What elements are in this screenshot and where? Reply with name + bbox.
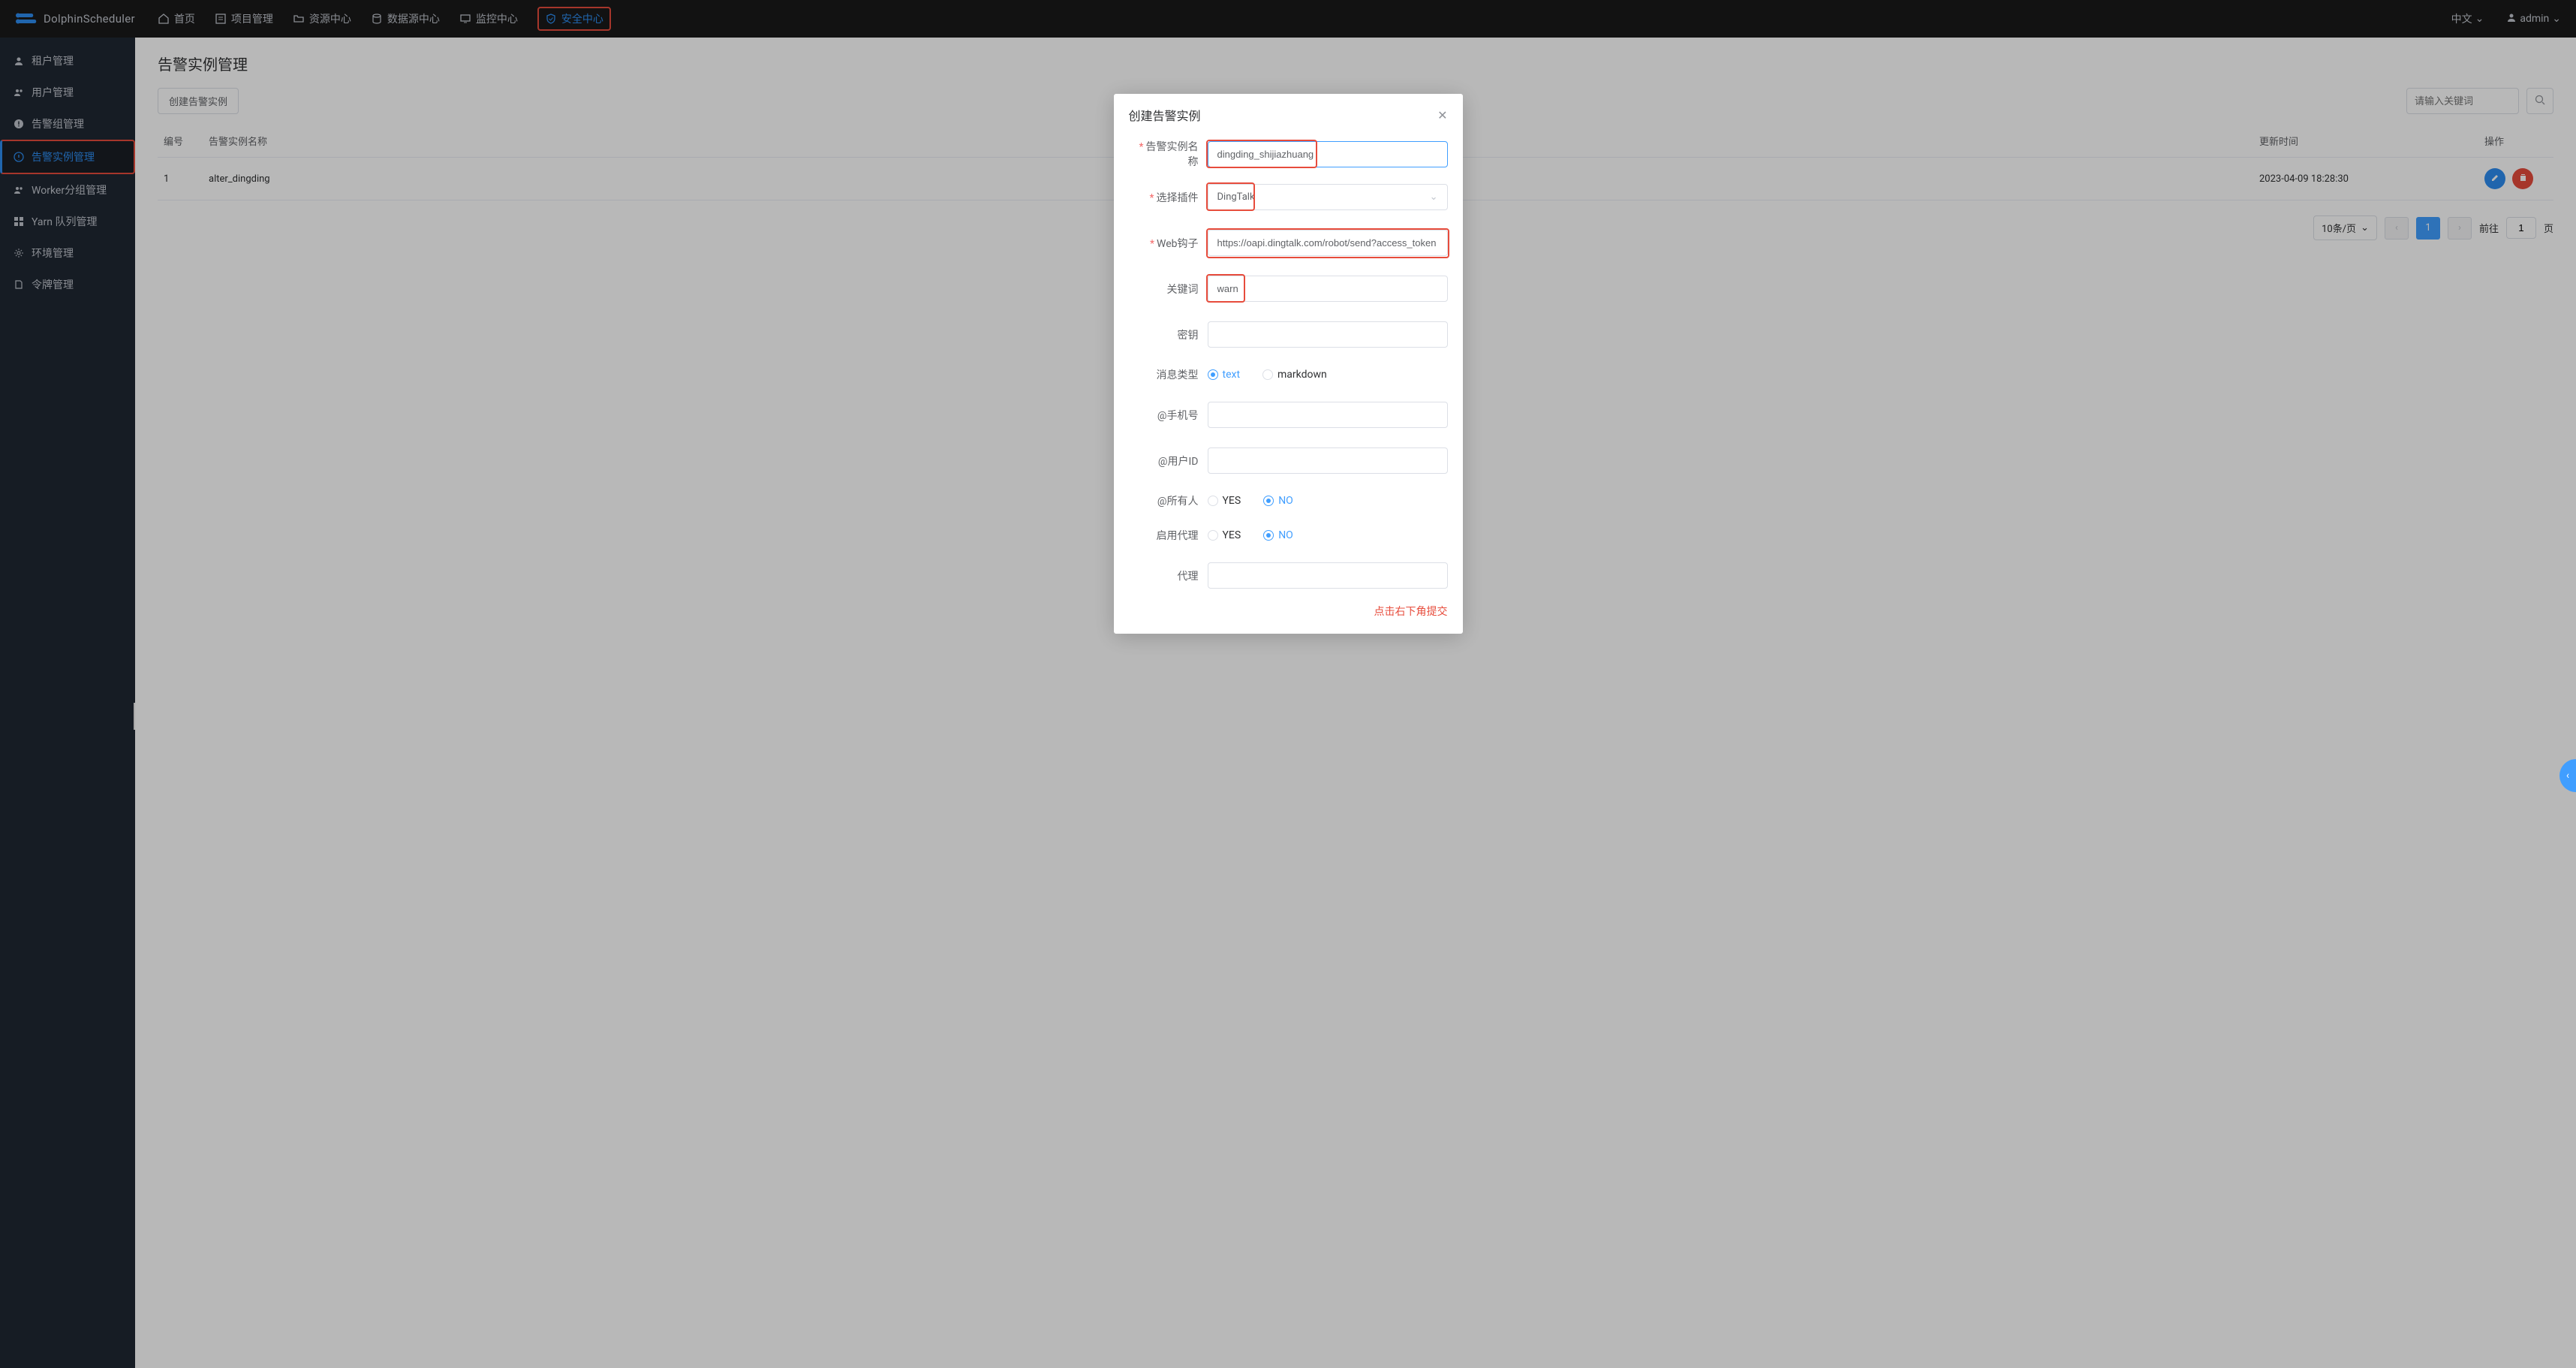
create-alarm-modal: 创建告警实例 ✕ *告警实例名称 *选择插件 DingTalk ⌄ <box>1114 94 1463 634</box>
label-webhook: Web钩子 <box>1157 238 1199 250</box>
radio-atall-yes[interactable]: YES <box>1208 495 1241 507</box>
plugin-value: DingTalk <box>1217 191 1255 203</box>
label-at-all: @所有人 <box>1157 496 1199 508</box>
modal-title: 创建告警实例 <box>1129 106 1201 124</box>
close-button[interactable]: ✕ <box>1437 108 1447 122</box>
modal-overlay: 创建告警实例 ✕ *告警实例名称 *选择插件 DingTalk ⌄ <box>0 0 2576 1368</box>
keyword-input[interactable] <box>1208 276 1448 302</box>
label-at-mobile: @手机号 <box>1157 410 1199 422</box>
radio-msgtype-markdown[interactable]: markdown <box>1262 369 1327 381</box>
proxy-input[interactable] <box>1208 562 1448 589</box>
at-mobile-input[interactable] <box>1208 402 1448 428</box>
label-msgtype: 消息类型 <box>1157 369 1199 381</box>
chevron-down-icon: ⌄ <box>1430 191 1438 203</box>
label-at-userid: @用户ID <box>1158 456 1199 468</box>
label-proxy: 代理 <box>1178 571 1199 583</box>
label-plugin: 选择插件 <box>1157 192 1199 204</box>
radio-proxy-no[interactable]: NO <box>1263 529 1293 541</box>
radio-label: YES <box>1223 495 1241 507</box>
radio-proxy-yes[interactable]: YES <box>1208 529 1241 541</box>
radio-label: YES <box>1223 529 1241 541</box>
label-instance-name: 告警实例名称 <box>1146 141 1199 168</box>
radio-label: NO <box>1278 495 1293 507</box>
radio-label: NO <box>1278 529 1293 541</box>
plugin-select[interactable]: DingTalk ⌄ <box>1208 184 1448 210</box>
radio-atall-no[interactable]: NO <box>1263 495 1293 507</box>
radio-label: text <box>1223 369 1241 381</box>
label-secret: 密钥 <box>1178 330 1199 342</box>
at-userid-input[interactable] <box>1208 447 1448 474</box>
label-enable-proxy: 启用代理 <box>1157 530 1199 542</box>
label-keyword: 关键词 <box>1167 284 1199 296</box>
webhook-input[interactable] <box>1208 230 1448 256</box>
radio-label: markdown <box>1277 369 1327 381</box>
close-icon: ✕ <box>1437 108 1447 122</box>
chevron-left-icon: ‹ <box>2566 770 2569 782</box>
instance-name-input[interactable] <box>1208 141 1448 167</box>
secret-input[interactable] <box>1208 321 1448 348</box>
submit-hint: 点击右下角提交 <box>1129 604 1448 619</box>
radio-msgtype-text[interactable]: text <box>1208 369 1241 381</box>
